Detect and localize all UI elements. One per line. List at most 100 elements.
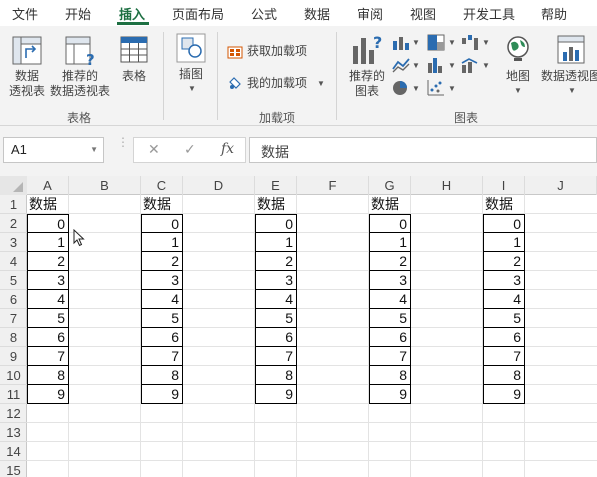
value-cell[interactable]: 5 <box>369 309 411 328</box>
cell-i1[interactable]: 数据 <box>483 195 525 214</box>
cancel-icon[interactable]: ✕ <box>148 141 160 158</box>
value-cell[interactable]: 7 <box>255 347 297 366</box>
select-all-button[interactable] <box>0 176 27 195</box>
value-cell[interactable]: 2 <box>369 252 411 271</box>
tab-data[interactable]: 数据 <box>304 4 330 23</box>
tab-view[interactable]: 视图 <box>410 4 436 23</box>
value-cell[interactable]: 6 <box>255 328 297 347</box>
insert-function-icon[interactable]: fx <box>221 141 234 157</box>
value-cell[interactable]: 2 <box>27 252 69 271</box>
row-header[interactable]: 2 <box>0 214 27 233</box>
value-cell[interactable]: 7 <box>483 347 525 366</box>
name-box[interactable]: A1 ▼ <box>3 137 104 163</box>
cell-e1[interactable]: 数据 <box>255 195 297 214</box>
tab-help[interactable]: 帮助 <box>541 4 567 23</box>
column-header-d[interactable]: D <box>183 176 255 195</box>
row-header[interactable]: 3 <box>0 233 27 252</box>
value-cell[interactable]: 1 <box>255 233 297 252</box>
value-cell[interactable]: 6 <box>141 328 183 347</box>
pivot-table-label-2: 透视表 <box>8 84 45 98</box>
chevron-down-icon[interactable]: ▼ <box>90 145 98 154</box>
row-header[interactable]: 12 <box>0 404 27 423</box>
value-cell[interactable]: 8 <box>27 366 69 385</box>
value-cell[interactable]: 8 <box>369 366 411 385</box>
column-header-a[interactable]: A <box>27 176 69 195</box>
value-cell[interactable]: 1 <box>27 233 69 252</box>
value-cell[interactable]: 4 <box>141 290 183 309</box>
column-header-i[interactable]: I <box>483 176 525 195</box>
value-cell[interactable]: 5 <box>141 309 183 328</box>
value-cell[interactable]: 9 <box>141 385 183 404</box>
value-cell[interactable]: 0 <box>141 214 183 233</box>
cell-c1[interactable]: 数据 <box>141 195 183 214</box>
value-cell[interactable]: 3 <box>141 271 183 290</box>
column-header-h[interactable]: H <box>411 176 483 195</box>
value-cell[interactable]: 9 <box>483 385 525 404</box>
value-cell[interactable]: 9 <box>255 385 297 404</box>
value-cell[interactable]: 8 <box>255 366 297 385</box>
value-cell[interactable]: 1 <box>483 233 525 252</box>
value-cell[interactable]: 4 <box>483 290 525 309</box>
value-cell[interactable]: 8 <box>141 366 183 385</box>
tab-developer[interactable]: 开发工具 <box>463 4 515 23</box>
value-cell[interactable]: 5 <box>27 309 69 328</box>
row-header[interactable]: 8 <box>0 328 27 347</box>
row-header[interactable]: 10 <box>0 366 27 385</box>
more-options-icon[interactable]: ⋮ <box>117 136 129 148</box>
value-cell[interactable]: 9 <box>369 385 411 404</box>
value-cell[interactable]: 3 <box>369 271 411 290</box>
value-cell[interactable]: 6 <box>27 328 69 347</box>
value-cell[interactable]: 9 <box>27 385 69 404</box>
row-header[interactable]: 4 <box>0 252 27 271</box>
value-cell[interactable]: 4 <box>255 290 297 309</box>
row-header[interactable]: 9 <box>0 347 27 366</box>
tab-insert[interactable]: 插入 <box>119 4 145 23</box>
column-header-b[interactable]: B <box>69 176 141 195</box>
cell-g1[interactable]: 数据 <box>369 195 411 214</box>
value-cell[interactable]: 0 <box>483 214 525 233</box>
column-header-c[interactable]: C <box>141 176 183 195</box>
value-cell[interactable]: 0 <box>255 214 297 233</box>
column-header-j[interactable]: J <box>525 176 597 195</box>
row-header[interactable]: 11 <box>0 385 27 404</box>
row-header[interactable]: 15 <box>0 461 27 477</box>
tab-review[interactable]: 审阅 <box>357 4 383 23</box>
row-header[interactable]: 14 <box>0 442 27 461</box>
value-cell[interactable]: 7 <box>369 347 411 366</box>
value-cell[interactable]: 3 <box>27 271 69 290</box>
column-header-g[interactable]: G <box>369 176 411 195</box>
row-header[interactable]: 1 <box>0 195 27 214</box>
row-header[interactable]: 6 <box>0 290 27 309</box>
value-cell[interactable]: 2 <box>255 252 297 271</box>
value-cell[interactable]: 5 <box>255 309 297 328</box>
value-cell[interactable]: 6 <box>483 328 525 347</box>
tab-formulas[interactable]: 公式 <box>251 4 277 23</box>
tab-page-layout[interactable]: 页面布局 <box>172 4 224 23</box>
value-cell[interactable]: 0 <box>369 214 411 233</box>
value-cell[interactable]: 7 <box>141 347 183 366</box>
column-header-e[interactable]: E <box>255 176 297 195</box>
enter-icon[interactable]: ✓ <box>184 141 196 158</box>
value-cell[interactable]: 1 <box>369 233 411 252</box>
value-cell[interactable]: 4 <box>27 290 69 309</box>
value-cell[interactable]: 1 <box>141 233 183 252</box>
tab-file[interactable]: 文件 <box>12 4 38 23</box>
value-cell[interactable]: 8 <box>483 366 525 385</box>
value-cell[interactable]: 6 <box>369 328 411 347</box>
value-cell[interactable]: 7 <box>27 347 69 366</box>
row-header[interactable]: 7 <box>0 309 27 328</box>
tab-home[interactable]: 开始 <box>65 4 91 23</box>
column-header-f[interactable]: F <box>297 176 369 195</box>
row-header[interactable]: 13 <box>0 423 27 442</box>
value-cell[interactable]: 3 <box>255 271 297 290</box>
formula-input[interactable]: 数据 <box>249 137 597 163</box>
value-cell[interactable]: 2 <box>141 252 183 271</box>
value-cell[interactable]: 5 <box>483 309 525 328</box>
worksheet-grid[interactable]: A B C D E F G H I J 1 2 3 4 5 6 7 8 9 10… <box>0 176 597 477</box>
value-cell[interactable]: 3 <box>483 271 525 290</box>
cell-a1[interactable]: 数据 <box>27 195 69 214</box>
row-header[interactable]: 5 <box>0 271 27 290</box>
value-cell[interactable]: 4 <box>369 290 411 309</box>
value-cell[interactable]: 0 <box>27 214 69 233</box>
value-cell[interactable]: 2 <box>483 252 525 271</box>
